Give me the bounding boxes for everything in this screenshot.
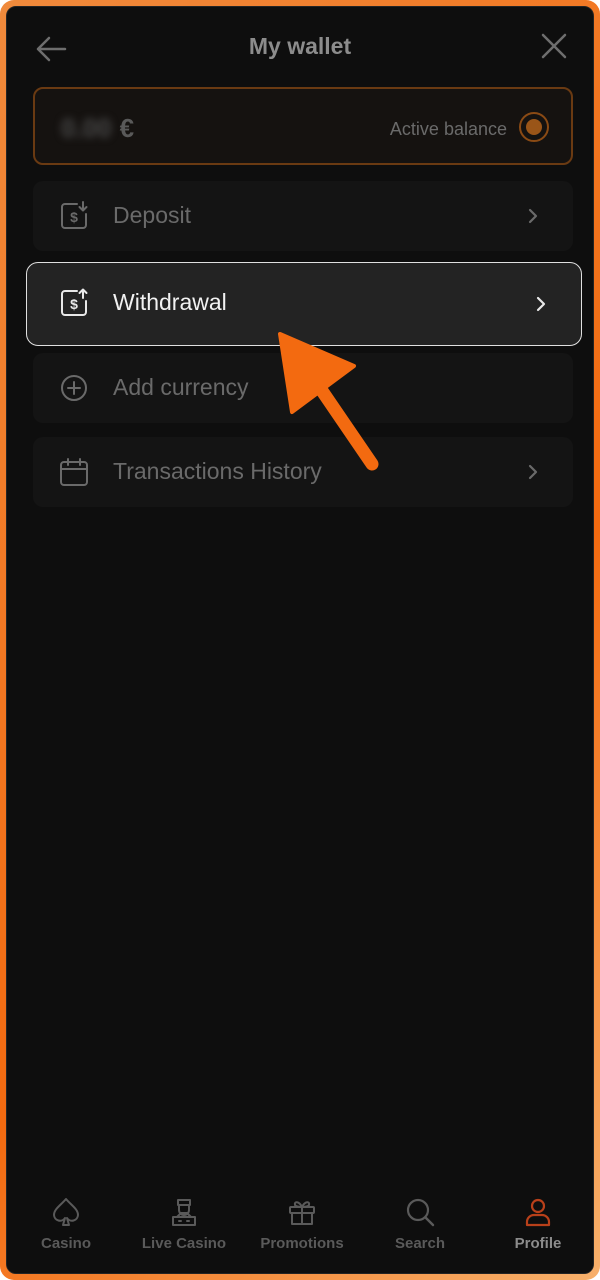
nav-item-search[interactable]: Search	[365, 1195, 475, 1252]
nav-label: Live Casino	[141, 1235, 227, 1252]
svg-text:$: $	[70, 209, 78, 225]
header: My wallet	[7, 7, 593, 87]
nav-item-live-casino[interactable]: Live Casino	[129, 1195, 239, 1252]
gift-icon	[289, 1201, 315, 1225]
user-icon	[525, 1198, 551, 1227]
balance-amount: 0.00 €	[61, 113, 134, 144]
bottom-nav: Casino Live Casino Promotions Search Pro…	[7, 1189, 593, 1273]
calendar-icon	[60, 458, 88, 486]
balance-card[interactable]: 0.00 € Active balance	[33, 87, 573, 165]
search-icon	[406, 1198, 435, 1227]
dollar-download-icon: $	[61, 201, 88, 229]
spade-icon	[53, 1198, 79, 1226]
menu-item-label: Add currency	[113, 374, 249, 400]
chevron-right-icon	[528, 464, 538, 480]
nav-label: Casino	[40, 1235, 91, 1252]
menu-item-label: Deposit	[113, 202, 191, 228]
nav-label: Promotions	[260, 1235, 344, 1252]
nav-label: Profile	[514, 1235, 562, 1252]
nav-item-casino[interactable]: Casino	[11, 1195, 121, 1252]
menu-item-label: Withdrawal	[113, 289, 227, 315]
page-title: My wallet	[248, 33, 352, 59]
annotation-arrow-icon	[278, 332, 379, 471]
nav-item-promotions[interactable]: Promotions	[247, 1195, 357, 1252]
wallet-screen: My wallet 0.00 € Active balance $ Deposit…	[6, 6, 594, 1274]
dealer-icon	[172, 1199, 196, 1226]
screenshot-frame: My wallet 0.00 € Active balance $ Deposit…	[0, 0, 600, 1280]
balance-value: 0.00	[61, 113, 112, 143]
chevron-right-icon	[536, 296, 546, 312]
balance-currency: €	[119, 113, 135, 143]
nav-label: Search	[394, 1235, 446, 1252]
svg-text:$: $	[70, 296, 78, 312]
active-balance-radio[interactable]	[519, 112, 549, 142]
plus-circle-icon	[61, 375, 87, 401]
menu-item-deposit[interactable]: $ Deposit	[33, 181, 573, 251]
chevron-right-icon	[528, 208, 538, 224]
dollar-upload-icon: $	[61, 288, 88, 316]
close-icon[interactable]	[537, 29, 571, 63]
nav-item-profile[interactable]: Profile	[483, 1195, 593, 1252]
active-balance-label: Active balance	[389, 119, 507, 139]
